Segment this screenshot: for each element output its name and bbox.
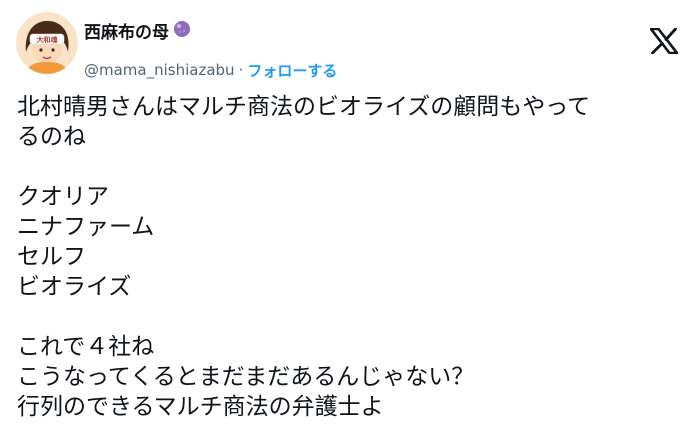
separator-dot: · — [238, 61, 244, 79]
author-display-name[interactable]: 西麻布の母 — [84, 18, 169, 43]
tweet-line: 行列のできるマルチ商法の弁護士よ — [17, 394, 384, 420]
author-name-row: 西麻布の母 — [84, 18, 192, 43]
author-handle-row: @mama_nishiazabu · フォローする — [84, 59, 337, 81]
tweet-text: 北村晴男さんはマルチ商法のビオライズの顧問もやって るのね クオリア ニナファー… — [17, 92, 667, 422]
author-handle[interactable]: @mama_nishiazabu — [84, 61, 235, 79]
tweet-header: 大和魂 西麻布の母 @mama_nishiazabu · フォローする — [16, 12, 679, 80]
company-list-item: ビオライズ — [17, 274, 132, 300]
tweet-line: これで４社ね — [17, 334, 155, 360]
crystal-ball-icon — [172, 20, 192, 40]
company-list-item: ニナファーム — [17, 214, 155, 240]
avatar[interactable]: 大和魂 — [16, 12, 78, 74]
x-logo-icon[interactable] — [649, 27, 679, 55]
tweet-card: 大和魂 西麻布の母 @mama_nishiazabu · フォローする 北村晴男… — [0, 0, 686, 428]
company-list-item: クオリア — [17, 184, 109, 210]
company-list-item: セルフ — [17, 244, 86, 270]
tweet-line: 北村晴男さんはマルチ商法のビオライズの顧問もやって — [17, 94, 591, 120]
avatar-badge-text: 大和魂 — [37, 35, 58, 44]
tweet-line: こうなってくるとまだまだあるんじゃない？ — [17, 364, 475, 390]
follow-button[interactable]: フォローする — [247, 60, 337, 81]
tweet-line: るのね — [17, 124, 86, 150]
